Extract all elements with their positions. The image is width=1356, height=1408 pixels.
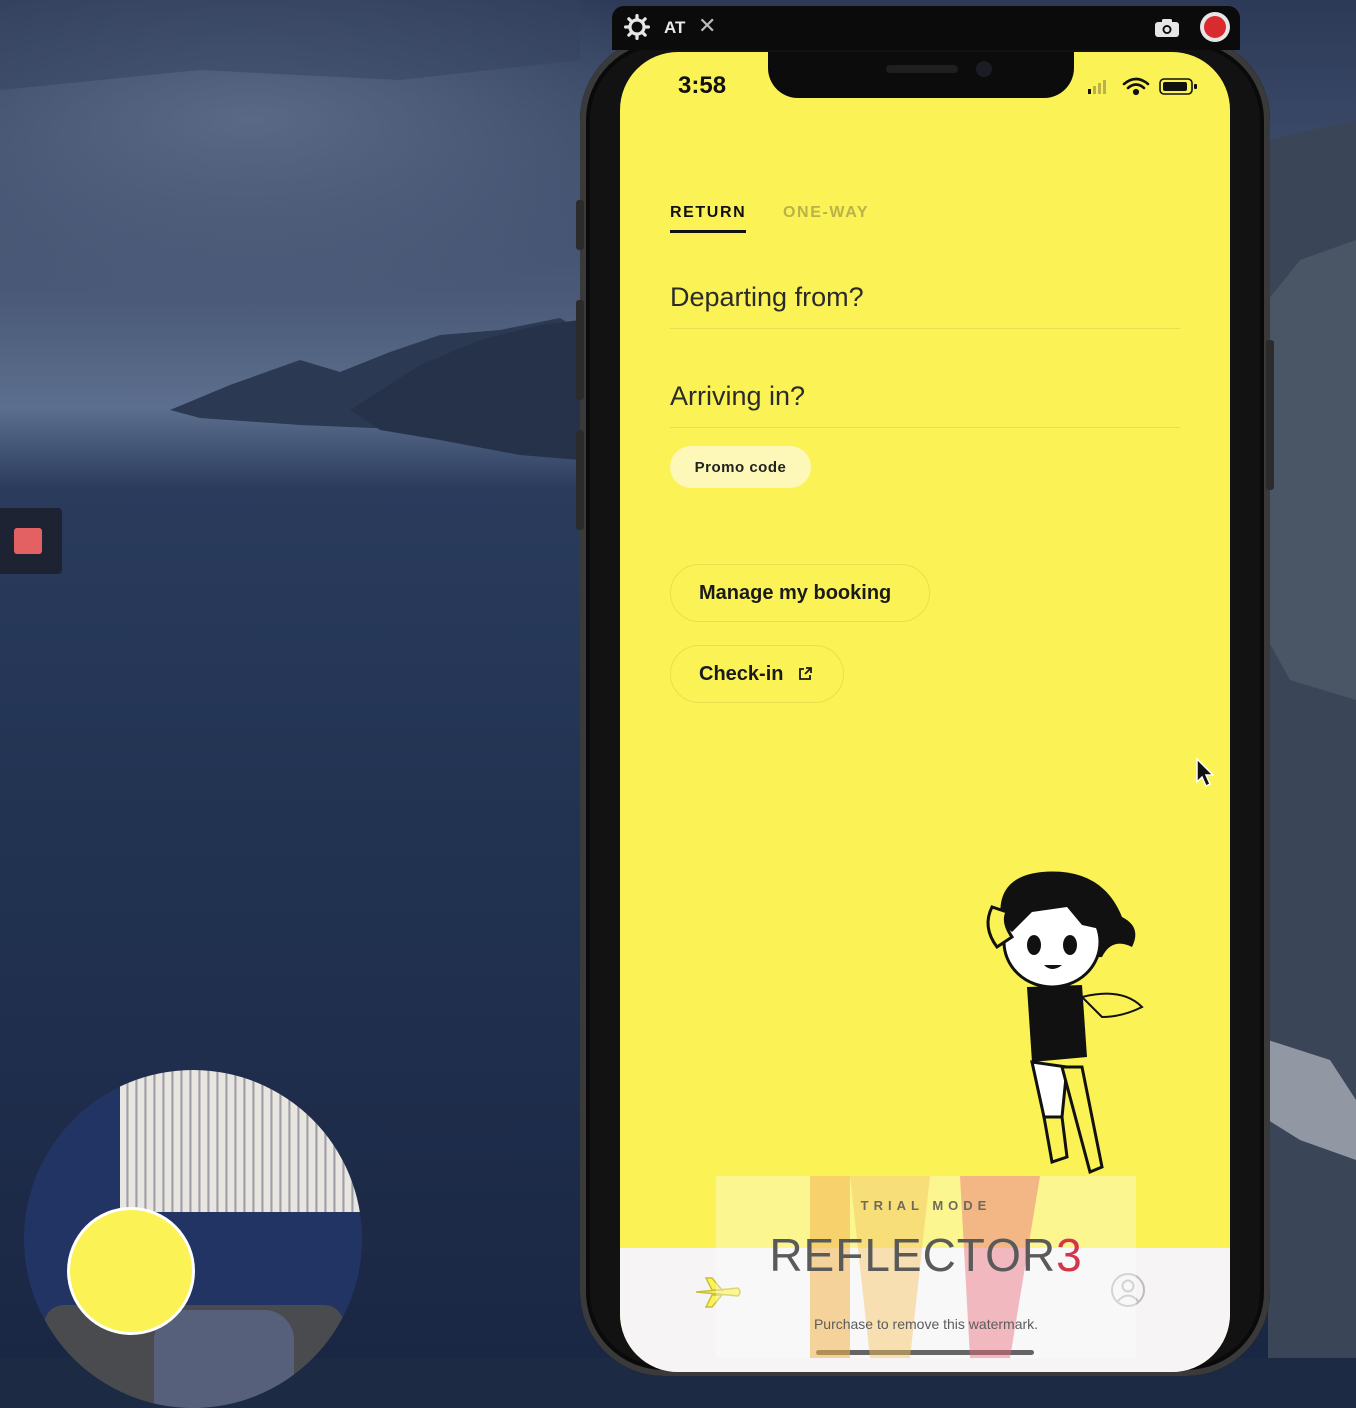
status-time: 3:58 [678, 72, 727, 99]
notch [768, 52, 1074, 98]
status-icons [1088, 77, 1197, 96]
webcam-bubble[interactable] [24, 1070, 362, 1408]
manage-booking-button[interactable]: Manage my booking [670, 564, 930, 622]
check-in-button[interactable]: Check-in [670, 645, 844, 703]
active-tab-indicator [670, 230, 746, 233]
watermark-brand: REFLECTOR3 [716, 1228, 1136, 1282]
watermark-version: 3 [1056, 1229, 1083, 1281]
phone-screen: 3:58 RETURN ONE-WAY Departing from? Arri… [620, 52, 1230, 1372]
stop-recording-icon[interactable] [14, 528, 42, 554]
departing-placeholder: Departing from? [670, 282, 864, 312]
cursor-icon [1196, 758, 1214, 788]
departing-field[interactable]: Departing from? [670, 262, 1180, 329]
wifi-icon [1122, 77, 1150, 96]
record-icon[interactable] [1200, 12, 1230, 42]
mascot-illustration [986, 871, 1144, 1175]
promo-code-button[interactable]: Promo code [670, 446, 811, 488]
volume-down-button [576, 430, 584, 530]
device-name: AT [664, 18, 686, 37]
camera-icon[interactable] [1154, 18, 1180, 38]
arriving-field[interactable]: Arriving in? [670, 361, 1180, 428]
front-camera [976, 61, 992, 77]
tab-return[interactable]: RETURN [670, 204, 746, 222]
external-link-icon [799, 667, 813, 680]
battery-icon [1159, 78, 1197, 95]
webcam-person [154, 1310, 294, 1408]
speaker [886, 65, 958, 73]
check-in-label: Check-in [699, 662, 784, 685]
gear-icon[interactable] [624, 14, 650, 40]
volume-up-button [576, 300, 584, 400]
manage-booking-label: Manage my booking [699, 581, 892, 604]
power-button [1266, 340, 1274, 490]
recording-widget[interactable] [0, 508, 62, 574]
reflector-toolbar: AT ✕ [612, 6, 1240, 50]
watermark-note: Purchase to remove this watermark. [813, 1316, 1039, 1332]
signal-icon [1088, 80, 1106, 94]
touch-indicator [70, 1210, 192, 1332]
tab-one-way[interactable]: ONE-WAY [783, 204, 869, 222]
close-icon[interactable]: ✕ [698, 15, 716, 37]
watermark-brand-name: REFLECTOR [769, 1229, 1057, 1281]
webcam-background-curtain [120, 1070, 362, 1212]
arriving-placeholder: Arriving in? [670, 381, 806, 411]
reflector-watermark: TRIAL MODE REFLECTOR3 Purchase to remove… [716, 1176, 1136, 1358]
mute-switch [576, 200, 584, 250]
watermark-mode: TRIAL MODE [860, 1198, 992, 1213]
